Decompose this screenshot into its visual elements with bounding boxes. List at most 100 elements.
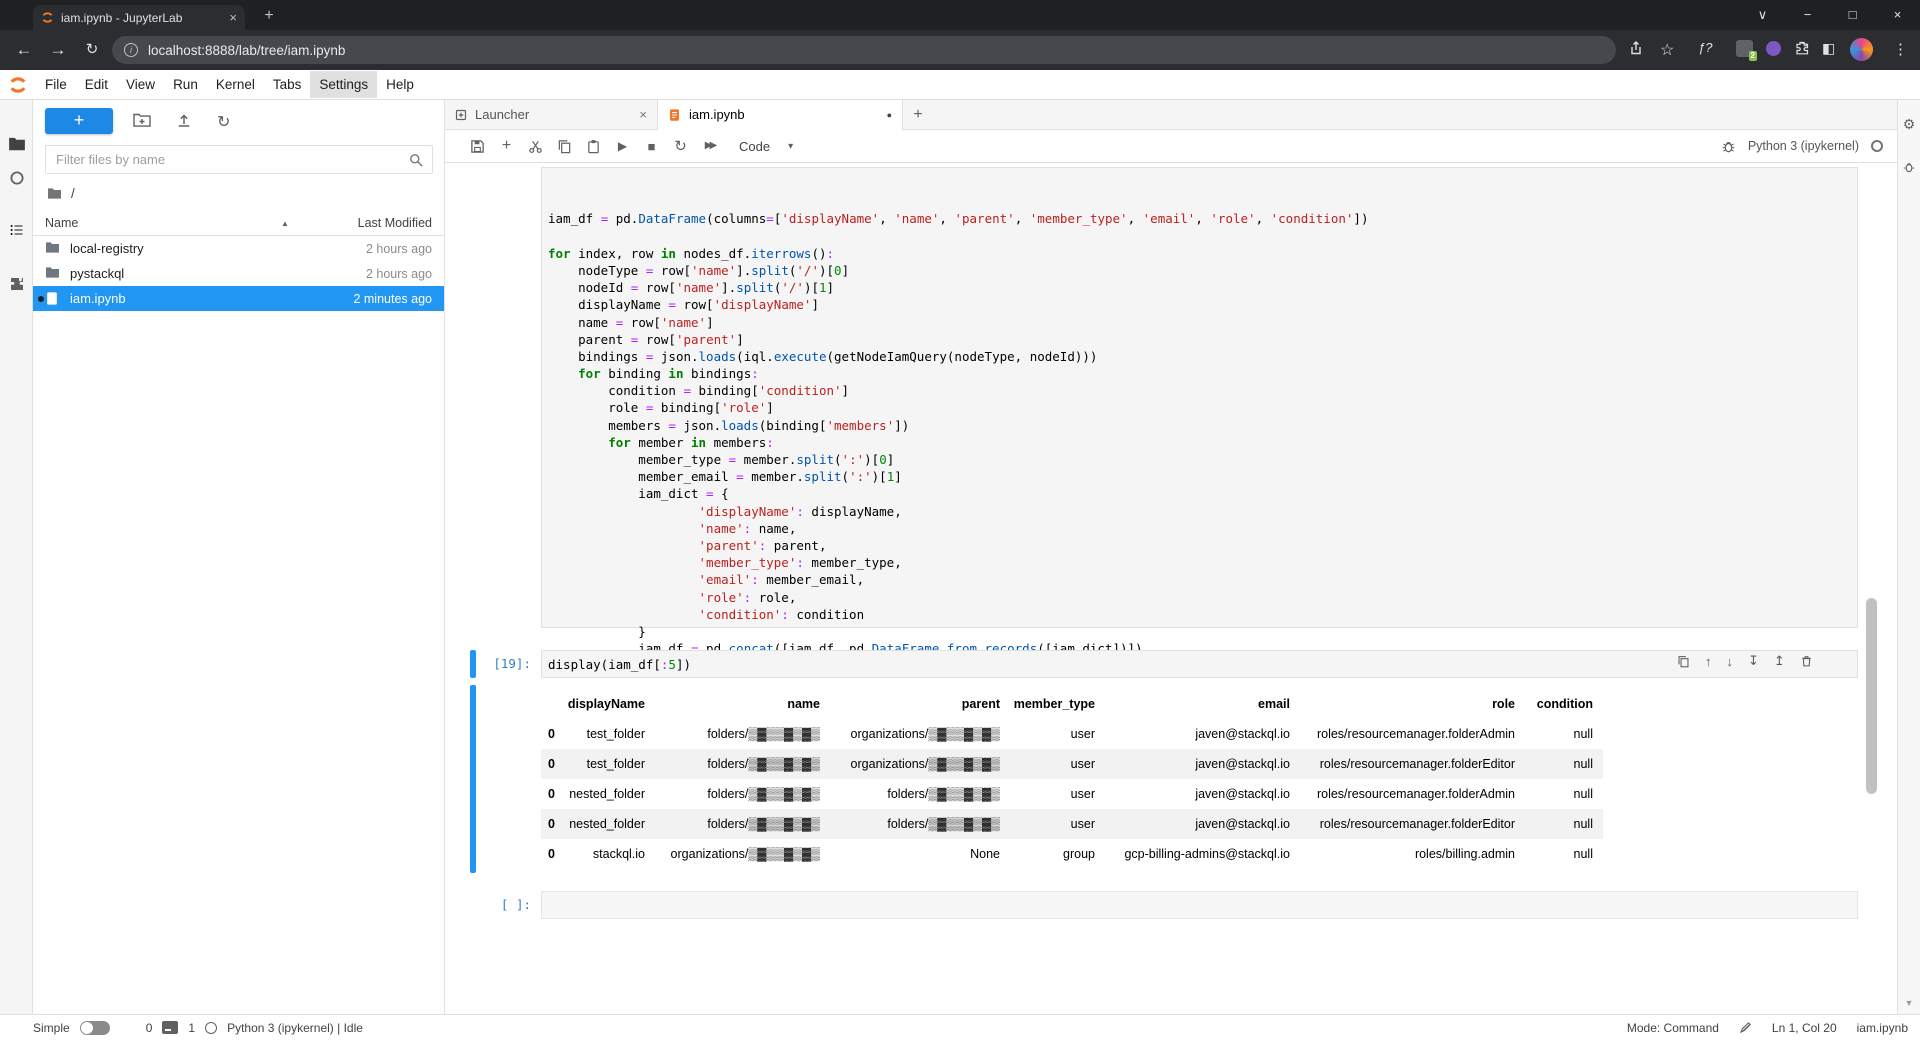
simple-mode-toggle[interactable]	[80, 1021, 110, 1035]
breadcrumb-root[interactable]: /	[71, 186, 75, 201]
file-row-pystackql[interactable]: pystackql2 hours ago	[33, 261, 444, 286]
extension-manager-icon[interactable]	[0, 276, 33, 292]
empty-cell-editor[interactable]	[541, 891, 1858, 919]
restart-kernel-button[interactable]: ↻	[673, 139, 688, 154]
restart-run-all-button[interactable]: ▶▶	[702, 141, 717, 151]
tab-iam-notebook[interactable]: iam.ipynb ●	[658, 100, 903, 129]
close-window-button[interactable]: ×	[1875, 0, 1920, 30]
modified-column-header[interactable]: Last Modified	[358, 216, 432, 230]
split-view-icon[interactable]: ◧	[1822, 40, 1835, 57]
cursor-position[interactable]: Ln 1, Col 20	[1772, 1021, 1837, 1035]
active-cell-code[interactable]: display(iam_df[:5])	[548, 657, 691, 672]
new-launcher-button[interactable]: +	[45, 108, 113, 134]
file-row-iam.ipynb[interactable]: iam.ipynb2 minutes ago	[33, 286, 444, 311]
add-tab-button[interactable]: +	[903, 100, 933, 129]
notebook-scrollbar-thumb[interactable]	[1866, 598, 1877, 794]
tab-search-icon[interactable]: ∨	[1740, 0, 1785, 30]
menu-run[interactable]: Run	[164, 71, 207, 98]
code-line: for member in members:	[548, 434, 1851, 451]
debugger-sidebar-icon[interactable]	[1898, 160, 1920, 174]
menu-view[interactable]: View	[117, 71, 164, 98]
site-info-icon[interactable]: i	[124, 43, 138, 57]
cut-cells-button[interactable]	[528, 139, 543, 154]
browser-tab[interactable]: iam.ipynb - JupyterLab ×	[33, 5, 245, 30]
insert-cell-button[interactable]: +	[499, 138, 514, 154]
file-list-header: Name ▲ Last Modified	[33, 210, 444, 236]
file-name: pystackql	[70, 266, 366, 281]
kernels-count[interactable]: 1	[188, 1021, 195, 1035]
debugger-bug-icon[interactable]	[1721, 139, 1736, 154]
fx-extension-icon[interactable]: ƒ?	[1698, 40, 1712, 55]
forward-button[interactable]: →	[44, 38, 72, 62]
notebook-tab-label[interactable]: iam.ipynb	[689, 107, 745, 122]
output-collapser[interactable]	[470, 685, 476, 873]
code-line: 'displayName': displayName,	[548, 503, 1851, 520]
paste-cells-button[interactable]	[586, 139, 601, 154]
reload-button[interactable]: ↻	[78, 38, 106, 62]
file-filter-input[interactable]	[46, 146, 432, 173]
adblock-extension-icon[interactable]: 2	[1736, 40, 1753, 57]
menu-tabs[interactable]: Tabs	[264, 71, 311, 98]
simple-mode-label: Simple	[33, 1021, 70, 1035]
run-cell-button[interactable]: ▶	[615, 140, 630, 152]
share-icon[interactable]	[1628, 40, 1644, 56]
file-row-local-registry[interactable]: local-registry2 hours ago	[33, 236, 444, 261]
scrolled-cell-editor[interactable]: iam_df = pd.DataFrame(columns=['displayN…	[541, 167, 1858, 628]
notebook-scroll-area[interactable]: iam_df = pd.DataFrame(columns=['displayN…	[445, 163, 1897, 1014]
interrupt-kernel-button[interactable]: ■	[644, 140, 659, 153]
new-folder-icon[interactable]	[133, 112, 151, 128]
table-cell: null	[1525, 839, 1603, 869]
file-browser-tab-icon[interactable]	[0, 136, 33, 152]
menu-help[interactable]: Help	[377, 71, 423, 98]
breadcrumb[interactable]: /	[47, 186, 75, 201]
menu-edit[interactable]: Edit	[76, 71, 117, 98]
terminals-count[interactable]: 0	[146, 1021, 153, 1035]
delete-cell-icon[interactable]	[1800, 654, 1813, 668]
upload-icon[interactable]	[176, 112, 192, 128]
kernel-name[interactable]: Python 3 (ipykernel)	[1748, 139, 1859, 153]
tab-launcher[interactable]: Launcher ×	[445, 100, 658, 129]
table-of-contents-icon[interactable]	[0, 222, 33, 238]
scrolled-cell-code[interactable]: iam_df = pd.DataFrame(columns=['displayN…	[548, 210, 1851, 657]
sort-ascending-icon[interactable]: ▲	[281, 219, 289, 228]
command-mode-indicator[interactable]: Mode: Command	[1627, 1021, 1719, 1035]
back-button[interactable]: ←	[10, 38, 38, 62]
duplicate-cell-icon[interactable]	[1677, 655, 1690, 668]
main-dock-panel: Launcher × iam.ipynb ● + + ▶ ■ ↻ ▶▶ Code…	[445, 100, 1897, 1014]
profile-avatar[interactable]	[1850, 38, 1873, 61]
save-button[interactable]	[470, 139, 485, 154]
new-tab-button[interactable]: +	[256, 3, 282, 28]
url-text[interactable]: localhost:8888/lab/tree/iam.ipynb	[148, 43, 345, 58]
browser-menu-icon[interactable]: ⋮	[1893, 40, 1908, 58]
scroll-down-arrow-icon[interactable]: ▼	[1898, 998, 1920, 1008]
kernel-status-icon[interactable]	[1871, 140, 1883, 152]
table-cell: organizations/▒▓▒▒▓▒▓▒	[830, 719, 1010, 749]
move-cell-up-icon[interactable]: ↑	[1705, 654, 1712, 669]
cell-type-value: Code	[739, 139, 770, 154]
minimize-button[interactable]: −	[1785, 0, 1830, 30]
address-bar[interactable]: i localhost:8888/lab/tree/iam.ipynb	[112, 36, 1616, 64]
insert-cell-above-icon[interactable]: ↥	[1774, 653, 1785, 669]
launcher-tab-label[interactable]: Launcher	[475, 107, 529, 122]
close-launcher-tab-icon[interactable]: ×	[639, 107, 647, 122]
insert-cell-below-icon[interactable]: ↧	[1748, 653, 1759, 669]
running-sessions-icon[interactable]	[0, 170, 33, 186]
menu-file[interactable]: File	[36, 71, 76, 98]
copy-cells-button[interactable]	[557, 139, 572, 154]
property-inspector-gear-icon[interactable]: ⚙	[1898, 116, 1920, 133]
menu-settings[interactable]: Settings	[310, 71, 377, 98]
extensions-puzzle-icon[interactable]	[1794, 40, 1810, 56]
kernel-status-text[interactable]: Python 3 (ipykernel) | Idle	[227, 1021, 363, 1035]
purple-extension-icon[interactable]	[1766, 41, 1781, 56]
name-column-header[interactable]: Name	[45, 216, 78, 230]
maximize-button[interactable]: □	[1830, 0, 1875, 30]
menu-kernel[interactable]: Kernel	[207, 71, 264, 98]
cell-type-dropdown[interactable]: Code ▾	[739, 139, 793, 154]
refresh-file-list-icon[interactable]: ↻	[217, 112, 230, 132]
tab-close-icon[interactable]: ×	[229, 10, 237, 25]
bookmark-star-icon[interactable]: ☆	[1660, 40, 1674, 60]
move-cell-down-icon[interactable]: ↓	[1727, 654, 1734, 669]
active-cell-editor[interactable]: display(iam_df[:5])	[541, 650, 1858, 678]
home-folder-icon[interactable]	[47, 187, 62, 200]
index-header	[541, 689, 565, 719]
